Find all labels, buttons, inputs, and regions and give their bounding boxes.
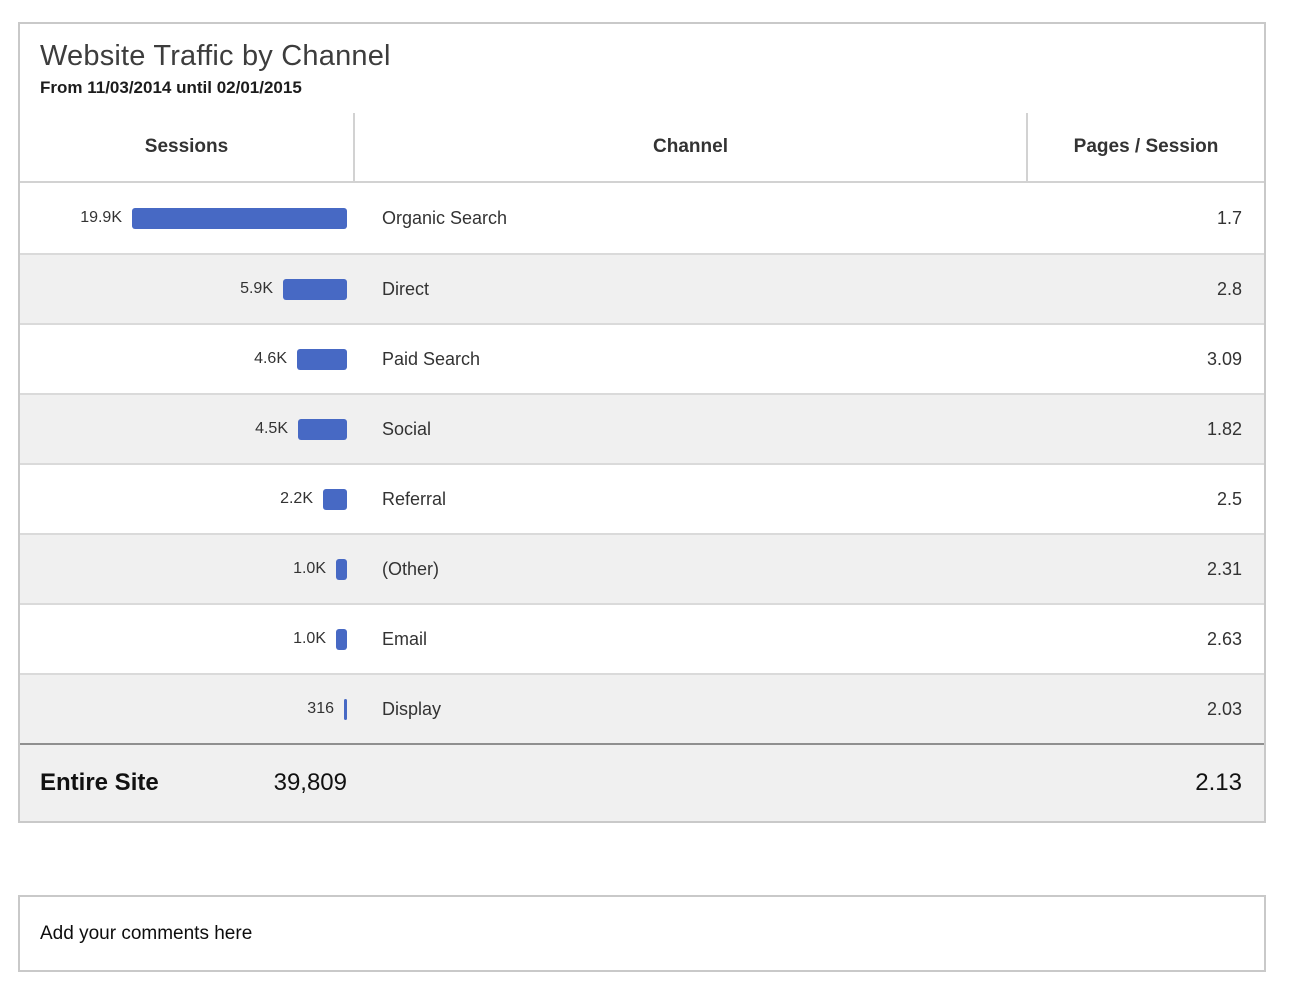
sessions-cell: 19.9K	[20, 183, 355, 253]
avg-pages-per-session-value: 2.13	[1028, 745, 1264, 821]
sessions-bar	[323, 489, 347, 510]
sessions-bar	[336, 559, 347, 580]
footer-sessions-cell: Entire Site 39,809	[20, 745, 355, 821]
table-row: 2.2K Referral 2.5	[20, 463, 1264, 533]
comments-input[interactable]: Add your comments here	[18, 895, 1266, 972]
sessions-cell: 5.9K	[20, 255, 355, 323]
sessions-cell: 1.0K	[20, 535, 355, 603]
channel-name: Direct	[355, 255, 1028, 323]
sessions-bar	[344, 699, 347, 720]
sessions-value: 316	[307, 700, 334, 718]
sessions-bar	[132, 208, 347, 229]
sessions-cell: 316	[20, 675, 355, 743]
pages-per-session-value: 2.31	[1028, 535, 1264, 603]
sessions-bar	[336, 629, 347, 650]
footer-channel-cell	[355, 745, 1028, 821]
sessions-bar	[283, 279, 347, 300]
pages-per-session-value: 2.5	[1028, 465, 1264, 533]
table-row: 5.9K Direct 2.8	[20, 253, 1264, 323]
traffic-report-card: Website Traffic by Channel From 11/03/20…	[18, 22, 1266, 823]
sessions-cell: 2.2K	[20, 465, 355, 533]
table-row: 1.0K (Other) 2.31	[20, 533, 1264, 603]
channel-name: Display	[355, 675, 1028, 743]
channel-name: Referral	[355, 465, 1028, 533]
channel-name: Email	[355, 605, 1028, 673]
table-row: 4.5K Social 1.82	[20, 393, 1264, 463]
sessions-value: 1.0K	[293, 630, 326, 648]
sessions-value: 4.5K	[255, 420, 288, 438]
total-sessions-value: 39,809	[274, 769, 347, 797]
table-body: 19.9K Organic Search 1.7 5.9K Direct 2.8…	[20, 183, 1264, 743]
table-row: 19.9K Organic Search 1.7	[20, 183, 1264, 253]
table-row: 1.0K Email 2.63	[20, 603, 1264, 673]
report-header: Website Traffic by Channel From 11/03/20…	[20, 24, 1264, 113]
sessions-value: 1.0K	[293, 560, 326, 578]
channel-name: Organic Search	[355, 183, 1028, 253]
sessions-cell: 4.5K	[20, 395, 355, 463]
sessions-bar	[298, 419, 347, 440]
sessions-cell: 1.0K	[20, 605, 355, 673]
table-footer-row: Entire Site 39,809 2.13	[20, 743, 1264, 821]
channel-name: Social	[355, 395, 1028, 463]
column-header-pages-session: Pages / Session	[1028, 113, 1264, 181]
sessions-value: 4.6K	[254, 350, 287, 368]
date-range-subtitle: From 11/03/2014 until 02/01/2015	[40, 78, 1244, 98]
sessions-bar	[297, 349, 347, 370]
table-header-row: Sessions Channel Pages / Session	[20, 113, 1264, 183]
pages-per-session-value: 2.8	[1028, 255, 1264, 323]
pages-per-session-value: 1.7	[1028, 183, 1264, 253]
column-header-channel: Channel	[355, 113, 1028, 181]
pages-per-session-value: 3.09	[1028, 325, 1264, 393]
table-row: 4.6K Paid Search 3.09	[20, 323, 1264, 393]
channel-name: (Other)	[355, 535, 1028, 603]
column-header-sessions: Sessions	[20, 113, 355, 181]
sessions-cell: 4.6K	[20, 325, 355, 393]
pages-per-session-value: 2.63	[1028, 605, 1264, 673]
entire-site-label: Entire Site	[40, 769, 159, 797]
table-row: 316 Display 2.03	[20, 673, 1264, 743]
channel-name: Paid Search	[355, 325, 1028, 393]
pages-per-session-value: 2.03	[1028, 675, 1264, 743]
sessions-value: 5.9K	[240, 280, 273, 298]
sessions-value: 2.2K	[280, 490, 313, 508]
sessions-value: 19.9K	[80, 209, 122, 227]
pages-per-session-value: 1.82	[1028, 395, 1264, 463]
page-title: Website Traffic by Channel	[40, 40, 1244, 73]
